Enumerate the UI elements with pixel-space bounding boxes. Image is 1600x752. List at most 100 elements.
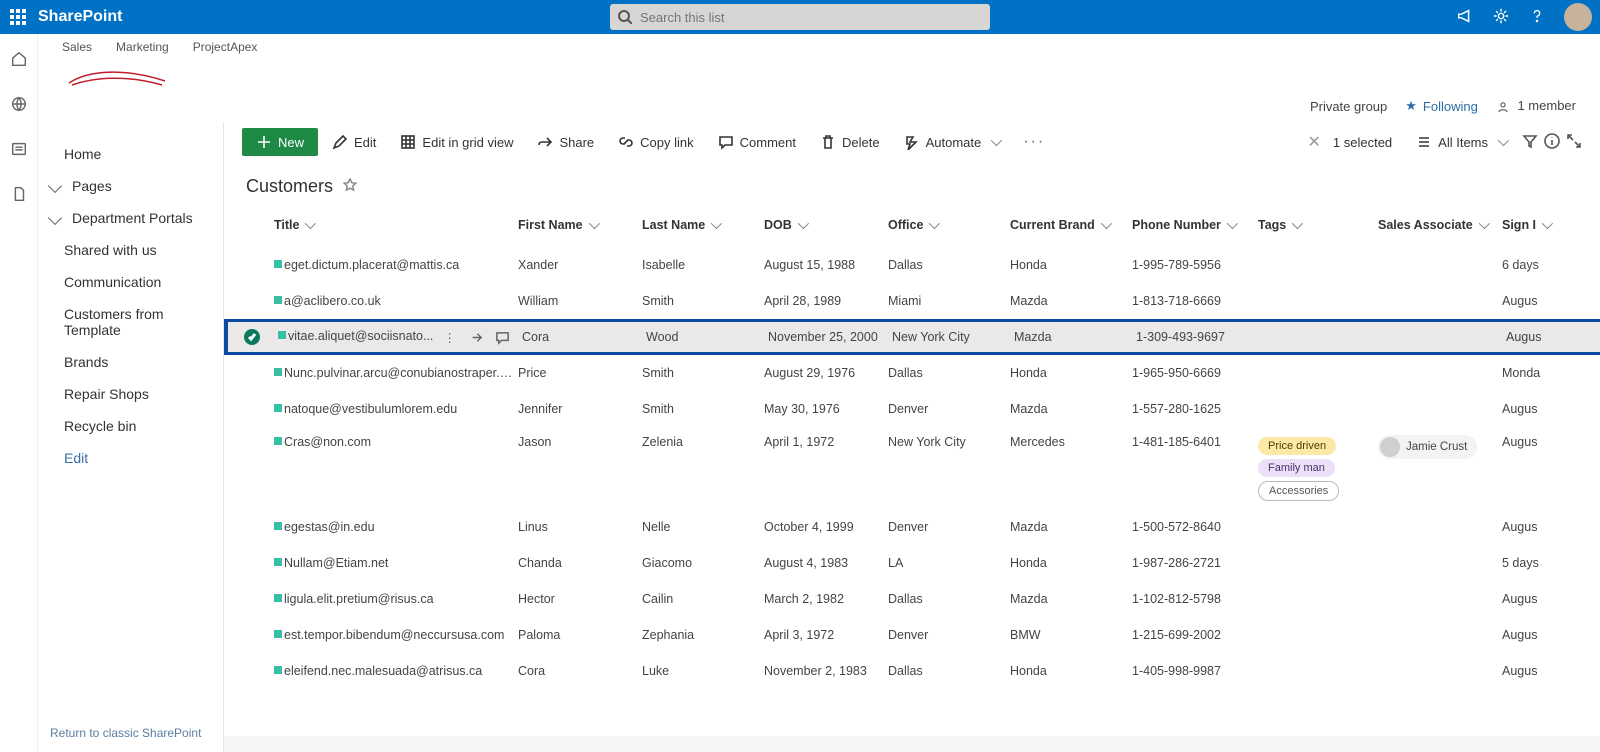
cell-title[interactable]: Cras@non.com xyxy=(272,433,518,449)
cell: Augus xyxy=(1502,664,1562,678)
table-row[interactable]: egestas@in.eduLinusNelleOctober 4, 1999D… xyxy=(224,509,1600,545)
edit-grid-button[interactable]: Edit in grid view xyxy=(390,128,523,156)
files-icon[interactable] xyxy=(10,185,28,206)
nav-item[interactable]: Department Portals xyxy=(48,202,213,234)
more-icon[interactable]: ⋮ xyxy=(443,330,456,345)
table-row[interactable]: est.tempor.bibendum@neccursusa.comPaloma… xyxy=(224,617,1600,653)
expand-icon[interactable] xyxy=(1566,133,1582,152)
share-icon[interactable] xyxy=(468,330,483,345)
info-icon[interactable] xyxy=(1544,133,1560,152)
nav-item[interactable]: Customers from Template xyxy=(48,298,213,346)
cell-title[interactable]: eleifend.nec.malesuada@atrisus.ca xyxy=(272,664,518,678)
favorite-icon[interactable] xyxy=(343,178,357,195)
follow-button[interactable]: ★Following xyxy=(1405,98,1478,114)
person-icon xyxy=(1496,100,1510,114)
nav-item-label: Edit xyxy=(64,450,88,466)
hub-nav-projectapex[interactable]: ProjectApex xyxy=(193,40,258,54)
delete-button[interactable]: Delete xyxy=(810,128,890,156)
column-header[interactable]: Last Name xyxy=(642,218,764,232)
column-header[interactable]: Phone Number xyxy=(1132,218,1258,232)
home-icon[interactable] xyxy=(10,50,28,71)
edit-button[interactable]: Edit xyxy=(322,128,386,156)
return-classic-link[interactable]: Return to classic SharePoint xyxy=(50,726,201,740)
table-row[interactable]: Nunc.pulvinar.arcu@conubianostraper.eduP… xyxy=(224,355,1600,391)
table-row[interactable]: Cras@non.comJasonZeleniaApril 1, 1972New… xyxy=(224,427,1600,509)
table-row[interactable]: Nullam@Etiam.netChandaGiacomoAugust 4, 1… xyxy=(224,545,1600,581)
cell-title[interactable]: natoque@vestibulumlorem.edu xyxy=(272,402,518,416)
automate-button[interactable]: Automate xyxy=(894,128,1010,156)
filter-icon[interactable] xyxy=(1522,133,1538,152)
search-input[interactable] xyxy=(640,10,982,25)
table-row[interactable]: a@aclibero.co.ukWilliamSmithApril 28, 19… xyxy=(224,283,1600,319)
nav-item[interactable]: Pages xyxy=(48,170,213,202)
help-icon[interactable] xyxy=(1528,7,1546,28)
cell-title[interactable]: eget.dictum.placerat@mattis.ca xyxy=(272,258,518,272)
hub-nav-marketing[interactable]: Marketing xyxy=(116,40,169,54)
column-header[interactable]: Office xyxy=(888,218,1010,232)
column-header[interactable]: Sign I xyxy=(1502,218,1562,232)
clear-selection-icon[interactable]: ✕ xyxy=(1301,132,1326,152)
more-button[interactable]: ··· xyxy=(1013,127,1055,157)
app-name[interactable]: SharePoint xyxy=(38,8,122,26)
cell-title[interactable]: ligula.elit.pretium@risus.ca xyxy=(272,592,518,606)
nav-item[interactable]: Edit xyxy=(48,442,213,474)
members[interactable]: 1 member xyxy=(1496,98,1576,114)
horizontal-scrollbar[interactable] xyxy=(224,736,1600,752)
cell-title[interactable]: est.tempor.bibendum@neccursusa.com xyxy=(272,628,518,642)
column-header[interactable]: Sales Associate xyxy=(1378,218,1502,232)
share-button[interactable]: Share xyxy=(527,128,604,156)
nav-item[interactable]: Brands xyxy=(48,346,213,378)
nav-item-label: Communication xyxy=(64,274,161,290)
column-header[interactable]: DOB xyxy=(764,218,888,232)
tag-pill[interactable]: Price driven xyxy=(1258,437,1336,455)
new-button[interactable]: New xyxy=(242,128,318,156)
table-row[interactable]: ligula.elit.pretium@risus.caHectorCailin… xyxy=(224,581,1600,617)
cell: Denver xyxy=(888,402,1010,416)
cell-associate: Jamie Crust xyxy=(1378,433,1502,460)
copy-link-button[interactable]: Copy link xyxy=(608,128,703,156)
nav-item[interactable]: Shared with us xyxy=(48,234,213,266)
nav-item[interactable]: Repair Shops xyxy=(48,378,213,410)
megaphone-icon[interactable] xyxy=(1456,7,1474,28)
row-select[interactable] xyxy=(228,329,276,345)
cell: April 3, 1972 xyxy=(764,628,888,642)
tag-pill[interactable]: Accessories xyxy=(1258,481,1339,501)
column-header[interactable]: Title xyxy=(272,218,518,232)
cell-title[interactable]: a@aclibero.co.uk xyxy=(272,294,518,308)
list-scroll[interactable]: TitleFirst NameLast NameDOBOfficeCurrent… xyxy=(224,203,1600,736)
hub-nav-sales[interactable]: Sales xyxy=(62,40,92,54)
table-row[interactable]: vitae.aliquet@sociisnato...⋮CoraWoodNove… xyxy=(224,319,1600,355)
cell: Denver xyxy=(888,628,1010,642)
table-row[interactable]: eget.dictum.placerat@mattis.caXanderIsab… xyxy=(224,247,1600,283)
column-header[interactable]: First Name xyxy=(518,218,642,232)
person-chip[interactable]: Jamie Crust xyxy=(1378,435,1477,459)
cell-title[interactable]: vitae.aliquet@sociisnato...⋮ xyxy=(276,329,522,344)
column-header[interactable]: Current Brand xyxy=(1010,218,1132,232)
search-box[interactable] xyxy=(610,4,990,30)
avatar[interactable] xyxy=(1564,3,1592,31)
view-switcher[interactable]: All Items xyxy=(1406,128,1516,156)
chevron-down-icon xyxy=(1100,218,1111,229)
cell-title[interactable]: Nunc.pulvinar.arcu@conubianostraper.edu xyxy=(272,366,518,380)
app-launcher-icon[interactable] xyxy=(10,9,26,25)
tag-pill[interactable]: Family man xyxy=(1258,459,1335,477)
table-row[interactable]: eleifend.nec.malesuada@atrisus.caCoraLuk… xyxy=(224,653,1600,689)
cell: 1-965-950-6669 xyxy=(1132,366,1258,380)
nav-item[interactable]: Home xyxy=(48,138,213,170)
cell-title[interactable]: egestas@in.edu xyxy=(272,520,518,534)
row-select[interactable] xyxy=(224,433,272,435)
news-icon[interactable] xyxy=(10,140,28,161)
nav-item[interactable]: Communication xyxy=(48,266,213,298)
comment-button[interactable]: Comment xyxy=(708,128,806,156)
cell: August 4, 1983 xyxy=(764,556,888,570)
gear-icon[interactable] xyxy=(1492,7,1510,28)
globe-icon[interactable] xyxy=(10,95,28,116)
site-logo[interactable] xyxy=(62,58,172,96)
cell: 5 days xyxy=(1502,556,1562,570)
nav-item[interactable]: Recycle bin xyxy=(48,410,213,442)
comment-icon[interactable] xyxy=(495,330,510,345)
search-icon xyxy=(618,10,632,24)
column-header[interactable]: Tags xyxy=(1258,218,1378,232)
cell-title[interactable]: Nullam@Etiam.net xyxy=(272,556,518,570)
table-row[interactable]: natoque@vestibulumlorem.eduJenniferSmith… xyxy=(224,391,1600,427)
